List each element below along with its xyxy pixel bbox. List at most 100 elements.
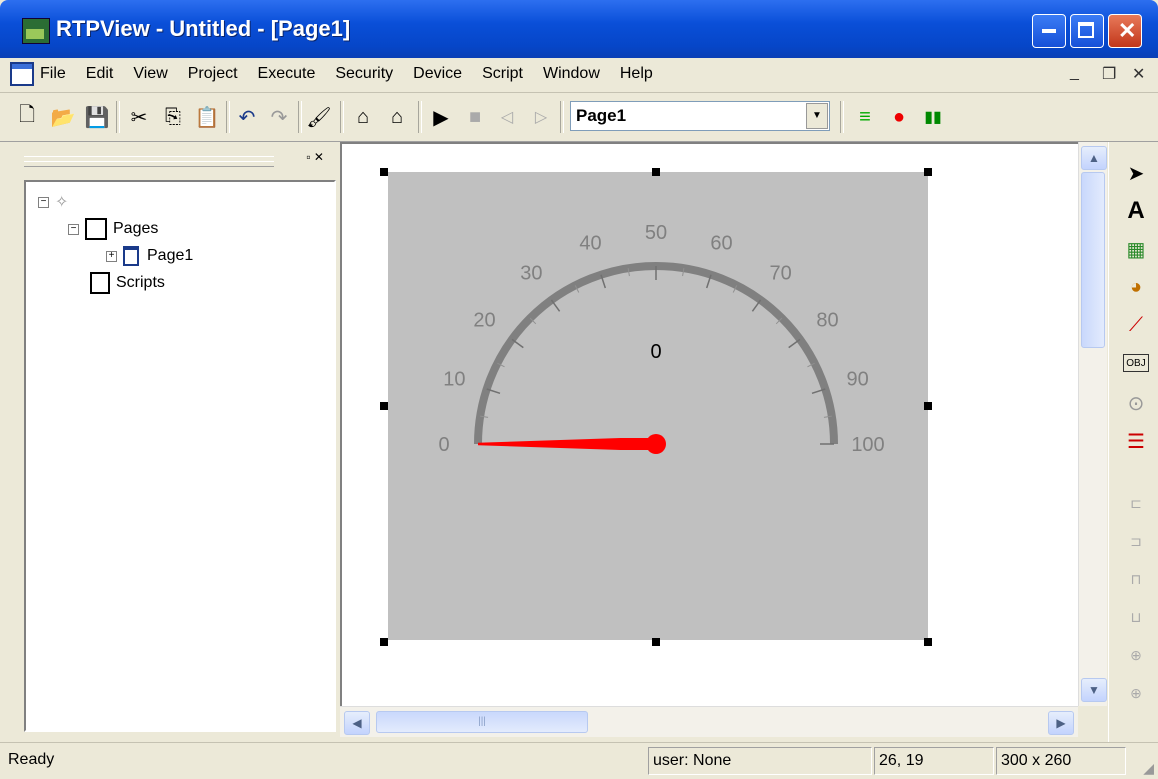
pane-header[interactable]: ▫ ✕ (16, 150, 328, 170)
gauge-tick-label: 50 (645, 222, 667, 244)
wand-icon[interactable]: 🖌 (306, 103, 332, 131)
gauge-tick-label: 40 (579, 232, 601, 254)
page-icon (123, 246, 139, 266)
status-size: 300 x 260 (996, 747, 1126, 775)
chevron-down-icon[interactable]: ▼ (806, 103, 828, 129)
scroll-up-button[interactable]: ▲ (1081, 146, 1107, 170)
menu-file[interactable]: File (40, 65, 66, 83)
app-window: RTPView - Untitled - [Page1] ✕ File Edit… (0, 0, 1158, 779)
status-user: user: None (648, 747, 872, 775)
copy-icon[interactable]: ⎘ (160, 103, 186, 131)
vertical-scrollbar[interactable]: ▲ ▼ (1078, 142, 1107, 706)
scroll-right-button[interactable]: ▶ (1048, 711, 1074, 735)
menu-edit[interactable]: Edit (86, 65, 114, 83)
prev-page-icon[interactable]: ◁ (494, 103, 520, 131)
text-tool-icon[interactable]: A (1123, 196, 1149, 226)
redo-icon[interactable]: ↷ (266, 103, 292, 131)
selection-handle[interactable] (380, 402, 388, 410)
tree-label-page1: Page1 (147, 247, 194, 264)
menu-device[interactable]: Device (413, 65, 462, 83)
menu-script[interactable]: Script (482, 65, 523, 83)
vertical-scroll-thumb[interactable] (1081, 172, 1105, 348)
new-file-icon[interactable]: 🗋 (14, 103, 40, 131)
gauge-tick-label: 90 (846, 368, 868, 390)
horizontal-scrollbar[interactable]: ◀ ||| ▶ (340, 706, 1078, 737)
align-right-icon[interactable]: ⊐ (1123, 526, 1149, 556)
menu-security[interactable]: Security (335, 65, 393, 83)
gauge-tick-label: 30 (520, 262, 542, 284)
tree-node-scripts[interactable]: Scripts (90, 272, 165, 294)
pane-buttons[interactable]: ▫ ✕ (306, 150, 324, 164)
next-page-icon[interactable]: ▷ (528, 103, 554, 131)
stop-icon[interactable]: ■ (462, 103, 488, 131)
align-left-icon[interactable]: ⊏ (1123, 488, 1149, 518)
maximize-button[interactable] (1070, 14, 1104, 48)
button-tool-icon[interactable]: ⊙ (1123, 388, 1149, 418)
menu-project[interactable]: Project (188, 65, 238, 83)
align-bottom-icon[interactable]: ⊔ (1123, 602, 1149, 632)
align-top-icon[interactable]: ⊓ (1123, 564, 1149, 594)
collapse-icon[interactable]: − (38, 196, 49, 208)
selection-handle[interactable] (380, 638, 388, 646)
gauge-widget[interactable]: 0 10 20 30 40 50 60 70 80 90 100 0 (388, 172, 928, 640)
trend-tool-icon[interactable]: ⟋ (1123, 310, 1149, 340)
mdi-minimize-button[interactable]: _ (1070, 64, 1079, 82)
gauge-tick-label: 100 (851, 434, 884, 456)
center-horizontal-icon[interactable]: ⊕ (1123, 640, 1149, 670)
tree-root[interactable]: − ✧ (38, 192, 68, 212)
undo-icon[interactable]: ↶ (234, 103, 260, 131)
scroll-left-button[interactable]: ◀ (344, 711, 370, 735)
selection-handle[interactable] (924, 168, 932, 176)
menu-view[interactable]: View (133, 65, 167, 83)
app-icon[interactable] (22, 18, 50, 44)
record-icon[interactable]: ● (886, 103, 912, 131)
bars-tool-icon[interactable]: ≡ (852, 103, 878, 131)
image-tool-icon[interactable]: ▦ (1123, 234, 1149, 264)
open-folder-icon[interactable]: 📂 (50, 103, 76, 131)
pointer-tool-icon[interactable]: ➤ (1123, 158, 1149, 188)
gauge-svg: 0 10 20 30 40 50 60 70 80 90 100 0 (438, 222, 884, 456)
mdi-close-button[interactable]: ✕ (1132, 64, 1145, 84)
mdi-restore-button[interactable]: ❐ (1102, 64, 1116, 84)
title-bar[interactable]: RTPView - Untitled - [Page1] ✕ (0, 0, 1158, 58)
collapse-icon[interactable]: − (68, 223, 79, 235)
save-icon[interactable]: 💾 (84, 103, 110, 131)
close-button[interactable]: ✕ (1108, 14, 1142, 48)
gauge-tool-icon[interactable]: ◕ (1123, 272, 1149, 302)
tree-label-pages: Pages (113, 220, 159, 237)
horizontal-scroll-thumb[interactable]: ||| (376, 711, 588, 733)
selection-handle[interactable] (652, 638, 660, 646)
lock-icon[interactable]: ⌂ (350, 103, 376, 131)
flag-tool-icon[interactable]: ☰ (1123, 426, 1149, 456)
selection-handle[interactable] (652, 168, 660, 176)
object-toolbox: ➤ A ▦ ◕ ⟋ OBJ ⊙ ☰ ⊏ ⊐ ⊓ ⊔ ⊕ ⊕ (1108, 142, 1158, 742)
menu-execute[interactable]: Execute (258, 65, 316, 83)
resize-grip-icon[interactable]: ◢ (1143, 760, 1154, 777)
selection-handle[interactable] (380, 168, 388, 176)
center-vertical-icon[interactable]: ⊕ (1123, 678, 1149, 708)
root-node-icon: ✧ (55, 194, 69, 211)
minimize-button[interactable] (1032, 14, 1066, 48)
page-select[interactable]: Page1 ▼ (570, 101, 830, 131)
menu-window[interactable]: Window (543, 65, 600, 83)
paste-icon[interactable]: 📋 (194, 103, 220, 131)
gauge-hub (646, 434, 666, 454)
tree-node-page1[interactable]: + Page1 (106, 246, 193, 266)
cut-icon[interactable]: ✂ (126, 103, 152, 131)
scroll-down-button[interactable]: ▼ (1081, 678, 1107, 702)
gauge-tick-label: 80 (816, 309, 838, 331)
document-icon[interactable] (10, 62, 34, 86)
selection-handle[interactable] (924, 638, 932, 646)
gauge-tick-label: 20 (473, 309, 495, 331)
tree-node-pages[interactable]: − Pages (68, 218, 158, 240)
project-pane: ▫ ✕ − ✧ − Pages + Page1 Scripts (0, 142, 340, 742)
run-icon[interactable]: ▶ (428, 103, 454, 131)
menu-help[interactable]: Help (620, 65, 653, 83)
object-tool-icon[interactable]: OBJ (1123, 354, 1149, 372)
chart-icon[interactable]: ▮▮ (920, 103, 946, 131)
unlock-icon[interactable]: ⌂ (384, 103, 410, 131)
gauge-needle (478, 438, 656, 450)
selection-handle[interactable] (924, 402, 932, 410)
expand-icon[interactable]: + (106, 250, 117, 262)
menu-items: File Edit View Project Execute Security … (40, 65, 673, 83)
